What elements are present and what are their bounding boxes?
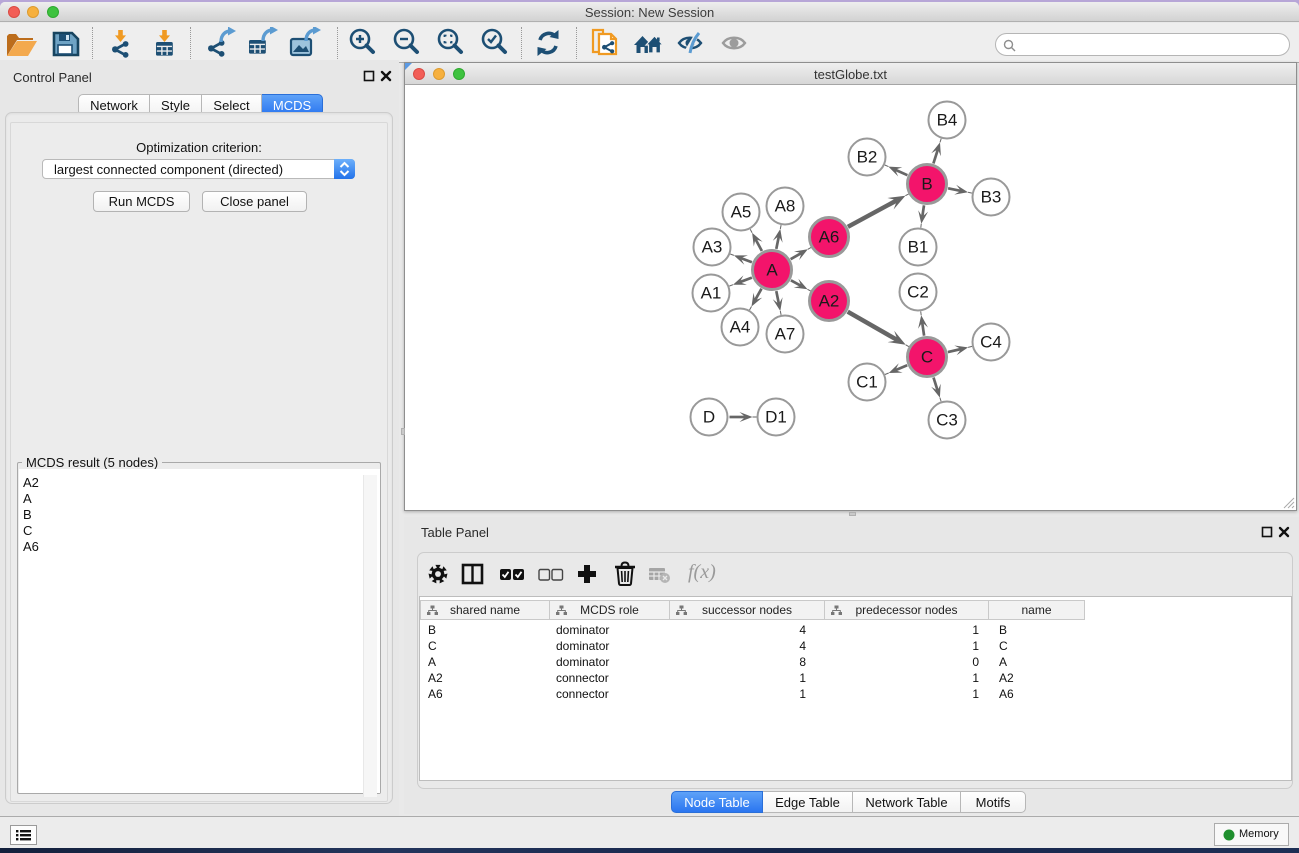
svg-text:B2: B2 (857, 148, 878, 167)
svg-text:A: A (766, 261, 778, 280)
svg-text:B: B (921, 175, 932, 194)
svg-text:C: C (921, 348, 933, 367)
svg-text:B4: B4 (937, 111, 958, 130)
svg-text:A3: A3 (702, 238, 723, 257)
svg-text:D1: D1 (765, 408, 787, 427)
svg-text:A4: A4 (730, 318, 751, 337)
svg-text:A5: A5 (731, 203, 752, 222)
svg-text:A1: A1 (701, 284, 722, 303)
svg-text:D: D (703, 408, 715, 427)
svg-text:B1: B1 (908, 238, 929, 257)
svg-text:C3: C3 (936, 411, 958, 430)
svg-text:C1: C1 (856, 373, 878, 392)
svg-text:A8: A8 (775, 197, 796, 216)
svg-text:C2: C2 (907, 283, 929, 302)
svg-text:A7: A7 (775, 325, 796, 344)
svg-text:C4: C4 (980, 333, 1002, 352)
svg-text:A2: A2 (819, 292, 840, 311)
svg-text:A6: A6 (819, 228, 840, 247)
svg-text:B3: B3 (981, 188, 1002, 207)
